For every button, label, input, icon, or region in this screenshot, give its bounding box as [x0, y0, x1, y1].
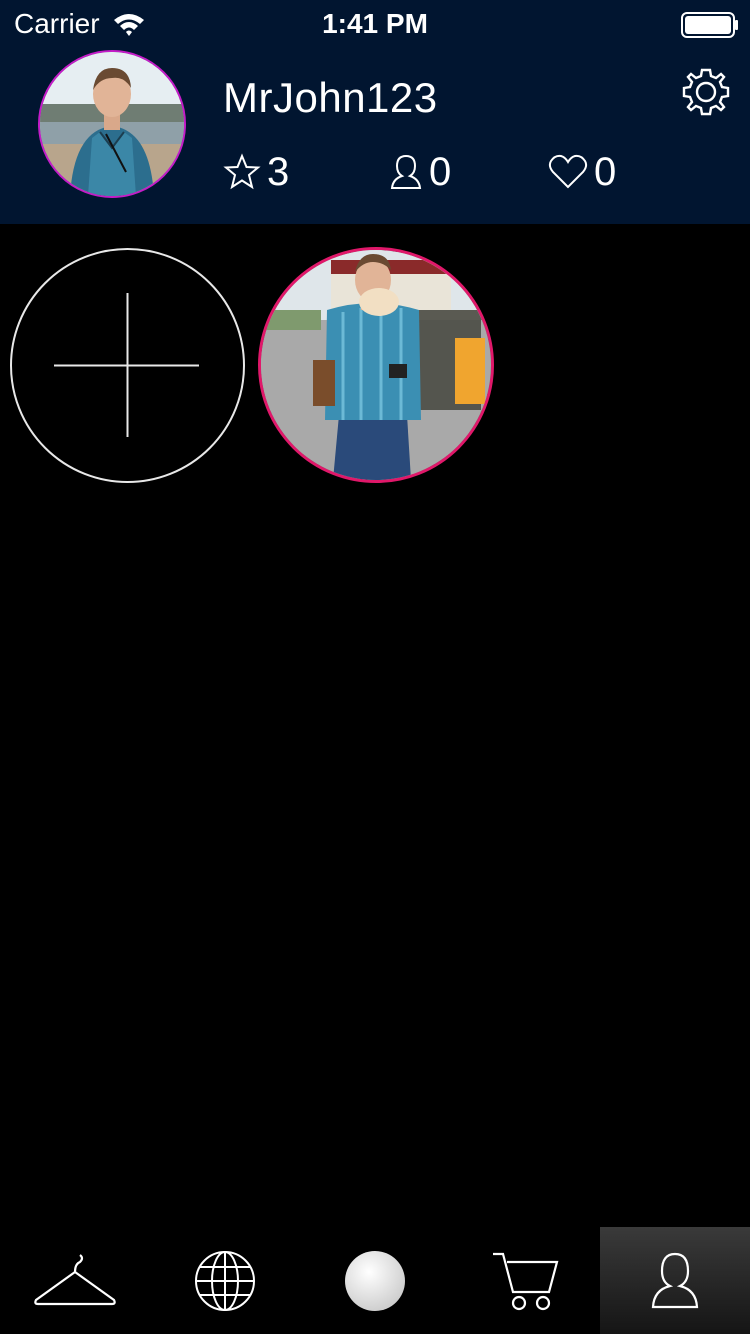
tab-shop[interactable] [450, 1227, 600, 1334]
cart-icon [493, 1252, 559, 1310]
avatar[interactable] [38, 50, 186, 198]
profile-header: Carrier 1:41 PM MrJohn123 3 0 0 [0, 0, 750, 224]
profile-icon [651, 1252, 699, 1308]
tab-bar [0, 1227, 750, 1334]
username: MrJohn123 [223, 74, 438, 121]
photo-thumbnail [261, 250, 491, 480]
tab-profile[interactable] [600, 1227, 750, 1334]
plus-icon [54, 293, 199, 437]
person-icon [390, 154, 422, 189]
add-photo-button[interactable] [9, 247, 246, 484]
photo-1[interactable] [258, 247, 494, 483]
status-time: 1:41 PM [322, 8, 428, 39]
followers-stat[interactable]: 0 [389, 150, 451, 194]
likes-stat[interactable]: 0 [548, 150, 616, 194]
globe-icon [195, 1250, 255, 1311]
tab-explore[interactable] [150, 1227, 300, 1334]
tab-home[interactable] [300, 1227, 450, 1334]
status-bar: Carrier 1:41 PM [0, 0, 750, 50]
ball-icon [345, 1250, 405, 1311]
hanger-icon [34, 1253, 116, 1305]
avatar-photo [40, 52, 184, 196]
stars-count: 3 [267, 149, 290, 194]
stars-stat[interactable]: 3 [223, 150, 289, 194]
likes-count: 0 [594, 149, 617, 194]
star-icon [223, 153, 261, 190]
gear-icon[interactable] [678, 64, 734, 120]
tab-wardrobe[interactable] [0, 1227, 150, 1334]
followers-count: 0 [429, 149, 452, 194]
heart-icon [548, 154, 588, 189]
battery-icon [681, 12, 738, 38]
